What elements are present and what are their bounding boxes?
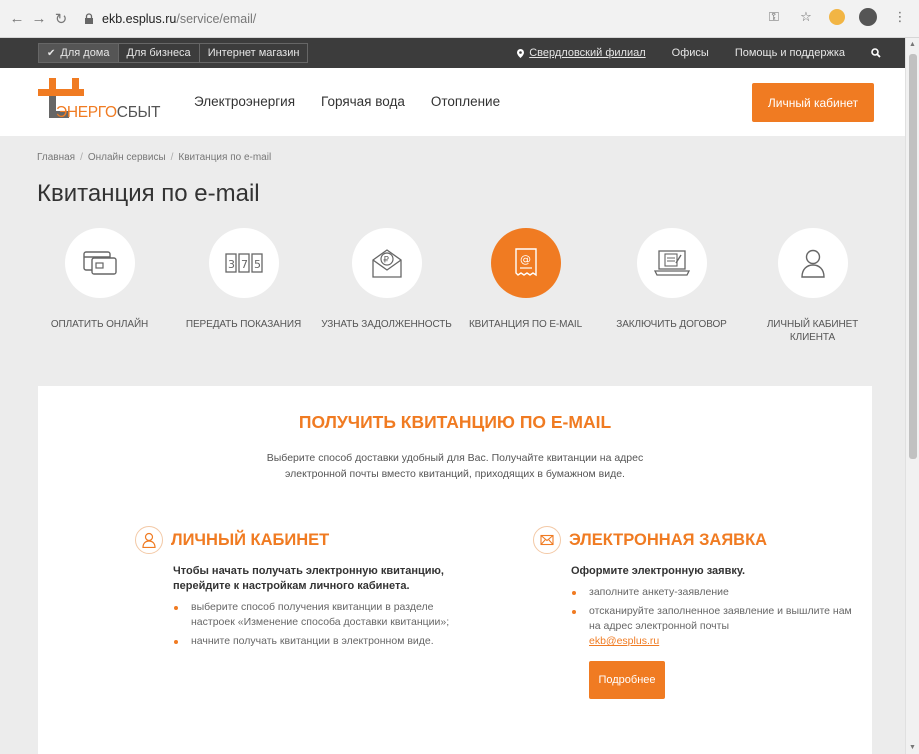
meter-icon: 375 [224,253,263,273]
list-item: отсканируйте заполненное заявление и выш… [571,604,853,649]
reload-icon[interactable]: ↻ [50,8,72,30]
online-request-title: ЭЛЕКТРОННАЯ ЗАЯВКА [569,530,768,549]
page-scrollbar[interactable]: ▲ ▼ [905,38,919,754]
svg-text:5: 5 [254,258,261,271]
page-title: Квитанция по e-mail [37,180,260,207]
svg-text:₽: ₽ [383,256,389,266]
browser-toolbar: ← → ↻ ekb.esplus.ru/service/email/ ⚿ ☆ ⋮ [0,0,919,38]
email-link[interactable]: ekb@esplus.ru [589,635,659,647]
cabinet-option-title: ЛИЧНЫЙ КАБИНЕТ [171,530,330,549]
site-header: ЭНЕРГОСБЫТ Электроэнергия Горячая вода О… [0,68,905,136]
breadcrumb: Главная / Онлайн сервисы / Квитанция по … [37,152,271,163]
logo[interactable]: ЭНЕРГОСБЫТ [38,78,168,126]
card-title: ПОЛУЧИТЬ КВИТАНЦИЮ ПО E-MAIL [298,412,612,432]
service-email-receipt[interactable]: @ КВИТАНЦИЯ ПО E-MAIL [458,228,593,331]
breadcrumb-online-services[interactable]: Онлайн сервисы [88,152,166,163]
main-content: Главная / Онлайн сервисы / Квитанция по … [0,136,905,754]
service-sign-contract[interactable]: ЗАКЛЮЧИТЬ ДОГОВОР [604,228,739,331]
email-receipt-card: ПОЛУЧИТЬ КВИТАНЦИЮ ПО E-MAIL Выберите сп… [38,386,872,754]
scroll-thumb[interactable] [909,54,917,459]
segment-business[interactable]: Для бизнеса [119,44,200,62]
cabinet-option-lead: Чтобы начать получать электронную квитан… [173,565,444,592]
nav-electricity[interactable]: Электроэнергия [194,94,295,109]
url-path: /service/email/ [176,12,257,26]
personal-cabinet-button[interactable]: Личный кабинет [752,83,874,122]
user-icon [800,249,825,278]
envelope-icon [540,534,554,546]
list-item: выберите способ получения квитанции в ра… [173,600,455,630]
card-icon [82,251,117,275]
top-bar: ✔ Для дома Для бизнеса Интернет магазин С… [0,38,905,68]
online-request-steps-list: заполните анкету-заявление отсканируйте … [571,585,853,649]
extension-icon[interactable] [829,9,845,25]
list-item: начните получать квитанции в электронном… [173,634,455,649]
breadcrumb-home[interactable]: Главная [37,152,75,163]
address-bar[interactable]: ekb.esplus.ru/service/email/ [82,7,772,31]
nav-hot-water[interactable]: Горячая вода [321,94,405,109]
service-submit-readings[interactable]: 375 ПЕРЕДАТЬ ПОКАЗАНИЯ [176,228,311,331]
check-icon: ✔ [47,47,56,59]
search-icon[interactable] [871,48,881,58]
service-client-cabinet[interactable]: ЛИЧНЫЙ КАБИНЕТ КЛИЕНТА [745,228,880,344]
service-pay-online[interactable]: ОПЛАТИТЬ ОНЛАЙН [32,228,167,331]
user-icon [142,532,156,548]
lock-icon [85,13,93,24]
laptop-contract-icon [653,250,690,276]
services-row: ОПЛАТИТЬ ОНЛАЙН 375 ПЕРЕДАТЬ ПОКАЗАНИЯ ₽… [32,228,882,358]
audience-switcher: ✔ Для дома Для бизнеса Интернет магазин [38,43,309,63]
svg-text:7: 7 [241,258,248,271]
logo-text: ЭНЕРГОСБЫТ [56,104,161,121]
breadcrumb-current: Квитанция по e-mail [178,152,272,163]
list-item: заполните анкету-заявление [571,585,853,600]
breadcrumb-separator: / [170,152,174,163]
help-link[interactable]: Помощь и поддержка [735,47,845,59]
star-icon[interactable]: ☆ [797,8,815,26]
cabinet-option: ЛИЧНЫЙ КАБИНЕТ Чтобы начать получать эле… [135,526,455,653]
offices-link[interactable]: Офисы [672,47,709,59]
breadcrumb-separator: / [80,152,83,163]
online-request-lead: Оформите электронную заявку. [571,565,746,577]
key-icon[interactable]: ⚿ [765,8,783,26]
location-pin-icon [517,48,525,58]
main-nav: Электроэнергия Горячая вода Отопление [194,94,500,109]
cabinet-steps-list: выберите способ получения квитанции в ра… [173,600,455,649]
ruble-envelope-icon: ₽ [371,249,402,278]
scroll-down-icon[interactable]: ▼ [909,744,916,751]
segment-shop[interactable]: Интернет магазин [200,44,308,62]
back-icon[interactable]: ← [6,8,28,30]
svg-text:@: @ [520,253,531,266]
email-receipt-icon: @ [514,248,537,277]
scroll-up-icon[interactable]: ▲ [909,41,916,48]
svg-text:3: 3 [228,258,235,271]
card-subtitle: Выберите способ доставки удобный для Вас… [266,452,644,480]
online-request-option: ЭЛЕКТРОННАЯ ЗАЯВКА Оформите электронную … [533,526,853,699]
profile-icon[interactable] [859,8,877,26]
service-check-debt[interactable]: ₽ УЗНАТЬ ЗАДОЛЖЕННОСТЬ [319,228,454,331]
forward-icon[interactable]: → [28,8,50,30]
url-host: ekb.esplus.ru [102,12,177,26]
branch-link[interactable]: Свердловский филиал [517,47,646,59]
menu-dots-icon[interactable]: ⋮ [891,8,909,26]
segment-home[interactable]: ✔ Для дома [39,44,119,62]
nav-heating[interactable]: Отопление [431,94,500,109]
more-button[interactable]: Подробнее [589,661,665,699]
